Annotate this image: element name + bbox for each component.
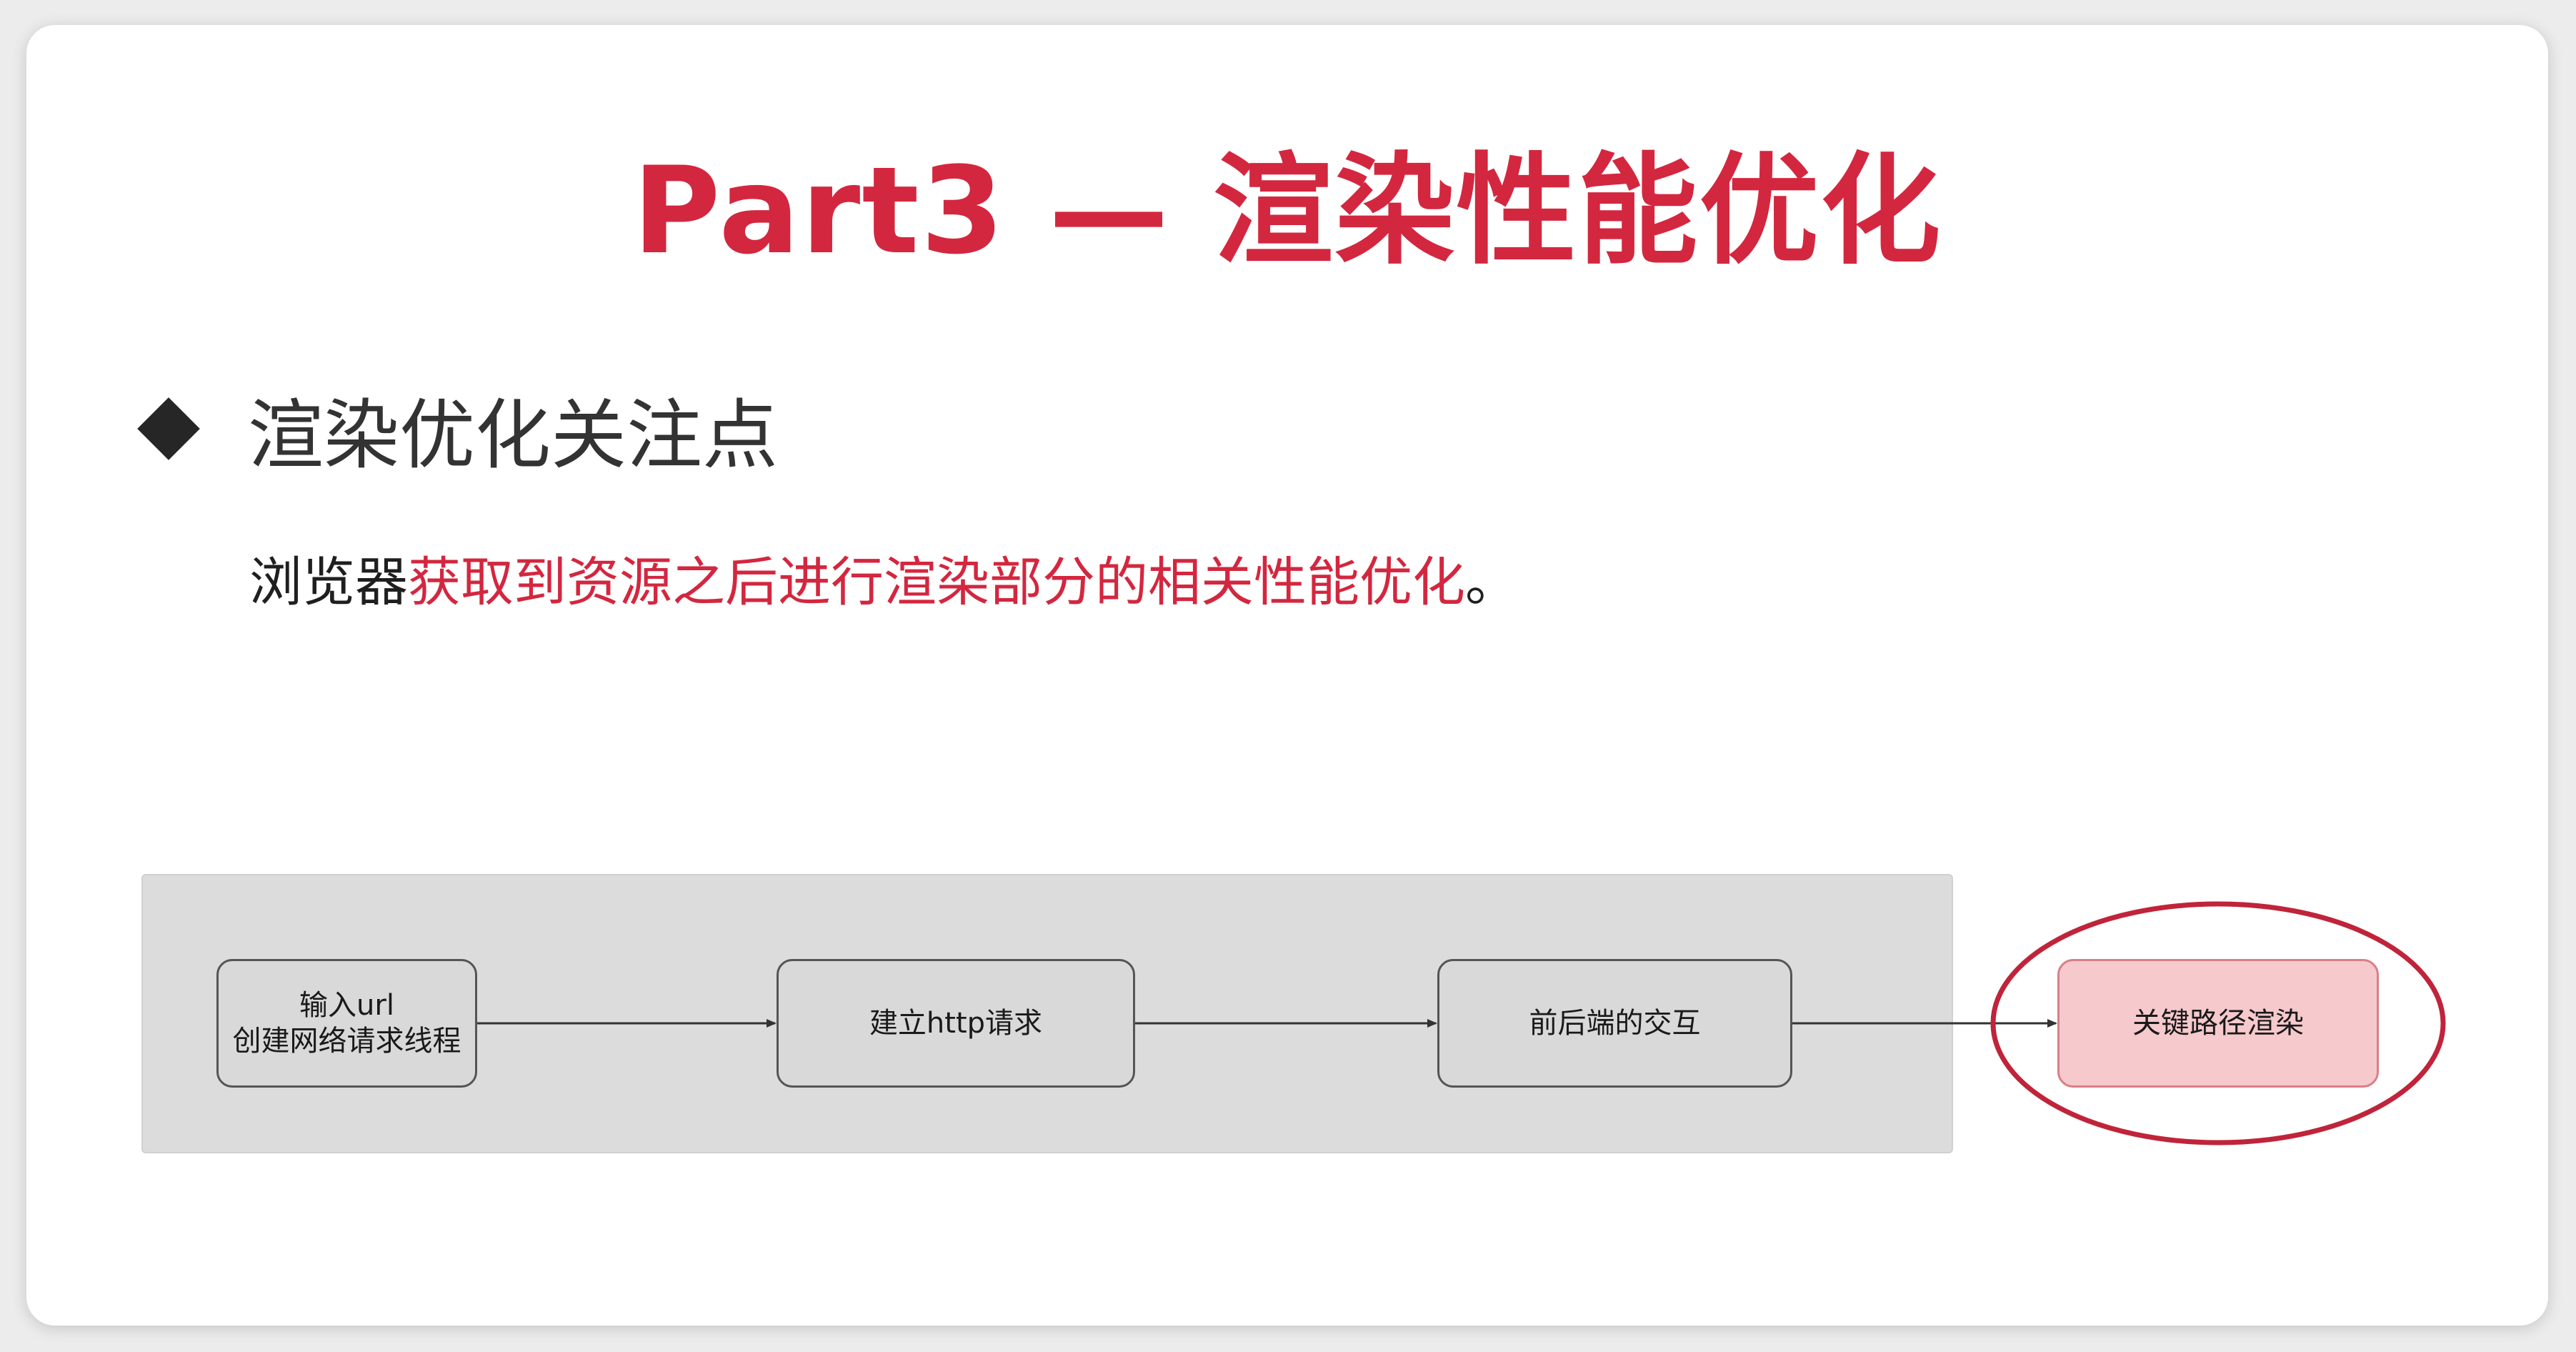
flow-node-frontend-backend: 前后端的交互 [1437, 959, 1792, 1088]
flow-node-input-url-line2: 创建网络请求线程 [232, 1025, 461, 1058]
flow-node-input-url-line1: 输入url [299, 989, 394, 1022]
flow-node-http-request-label: 建立http请求 [869, 1007, 1043, 1040]
description-prefix: 浏览器 [249, 552, 408, 613]
description: 浏览器获取到资源之后进行渲染部分的相关性能优化。 [249, 540, 1518, 625]
flow-node-critical-rendering-path: 关键路径渲染 [2057, 959, 2379, 1088]
flow-node-frontend-backend-label: 前后端的交互 [1529, 1007, 1701, 1040]
description-highlight: 获取到资源之后进行渲染部分的相关性能优化 [408, 552, 1465, 613]
section-heading-text: 渲染优化关注点 [248, 392, 778, 479]
diamond-bullet-icon [137, 397, 200, 460]
flow-node-input-url: 输入url 创建网络请求线程 [216, 959, 477, 1088]
slide-title: Part3 — 渲染性能优化 [632, 141, 1942, 281]
section-heading: 渲染优化关注点 [134, 368, 778, 489]
description-suffix: 。 [1465, 552, 1518, 613]
flow-node-critical-rendering-path-label: 关键路径渲染 [2132, 1007, 2304, 1040]
flow-node-http-request: 建立http请求 [777, 959, 1135, 1088]
slide: Part3 — 渲染性能优化 渲染优化关注点 浏览器获取到资源之后进行渲染部分的… [26, 25, 2548, 1326]
